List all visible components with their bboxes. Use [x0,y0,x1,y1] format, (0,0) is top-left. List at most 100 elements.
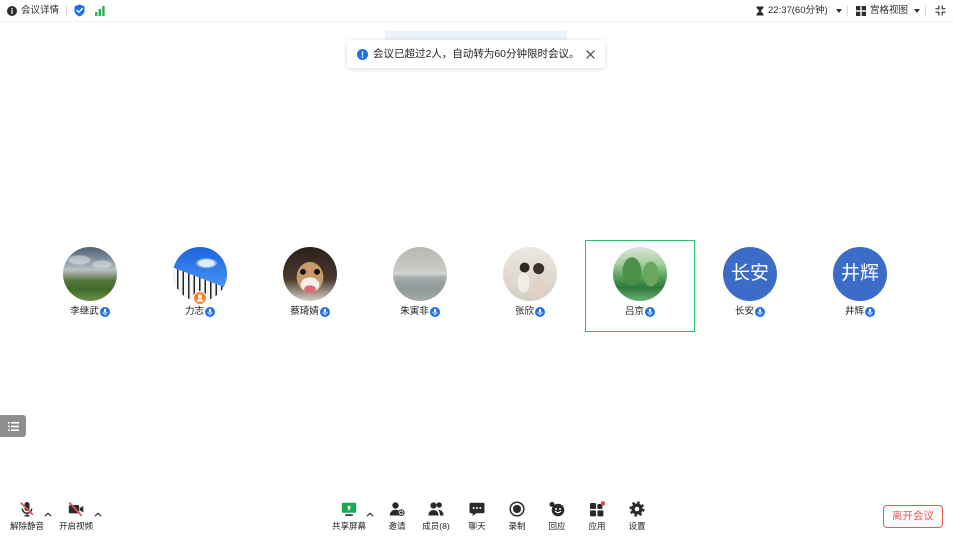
participant-name: 吕京 [624,306,644,317]
participant-name: 蔡琦婧 [290,306,319,317]
view-mode-button[interactable]: 宫格视图 [856,0,921,22]
record-icon [509,500,525,518]
participant-name: 朱寅非 [400,306,429,317]
chat-icon [469,500,485,518]
settings-button[interactable]: 设置 [617,500,657,534]
share-screen-icon [341,500,357,518]
invite-button[interactable]: 邀请 [377,500,417,534]
invite-icon [389,500,405,518]
mic-icon [755,307,765,317]
unmute-label: 解除静音 [9,521,44,531]
side-panel-toggle[interactable] [0,415,26,437]
hourglass-icon [756,6,764,16]
avatar: 长安 [723,247,777,301]
participant-name-row: 井辉 [805,306,915,318]
participant-name-row: 李继武 [35,306,145,318]
invite-label: 邀请 [388,521,406,531]
participant-name-row: 吕京 [585,306,695,318]
avatar [393,247,447,301]
meeting-timer: 22:37(60分钟) [768,5,828,16]
mic-off-icon [19,500,35,518]
divider [925,6,926,16]
host-icon [193,291,207,305]
participant-tile[interactable]: 朱寅非 [365,240,475,332]
react-label: 回应 [548,521,566,531]
participant-tile[interactable]: 张欣 [475,240,585,332]
settings-icon [629,500,645,518]
share-screen-label: 共享屏幕 [331,521,366,531]
avatar [503,247,557,301]
members-icon [428,500,444,518]
participant-tile[interactable]: 吕京 [585,240,695,332]
participant-name: 张欣 [514,306,534,317]
meeting-info-button[interactable]: 会议详情 [7,0,59,22]
top-bar: 会议详情 22:37(60分钟) 宫格视图 [0,0,953,22]
participant-name-row: 张欣 [475,306,585,318]
avatar: 井辉 [833,247,887,301]
record-button[interactable]: 录制 [497,500,537,534]
chevron-up-icon[interactable] [44,512,52,517]
chat-button[interactable]: 聊天 [457,500,497,534]
mic-icon [99,307,110,317]
share-screen-button[interactable]: 共享屏幕 [329,500,369,534]
participant-tile[interactable]: 李继武 [35,240,145,332]
settings-label: 设置 [628,521,646,531]
shield-icon[interactable] [74,4,85,17]
record-label: 录制 [508,521,526,531]
list-icon [7,421,19,431]
meeting-window: 会议详情 22:37(60分钟) 宫格视图 会议已超过2人，自动转为60分钟限时… [0,0,953,536]
start-video-label: 开启视频 [58,521,93,531]
apps-button[interactable]: 应用 [577,500,617,534]
participant-name: 长安 [734,306,754,317]
chat-label: 聊天 [468,521,486,531]
signal-icon[interactable] [95,6,105,16]
mic-icon [645,307,655,317]
exit-fullscreen-icon[interactable] [935,5,946,16]
participant-name-row: 力志 [145,306,255,318]
avatar-photo [283,247,337,301]
mic-icon [205,307,215,317]
avatar-initials: 井辉 [840,263,879,284]
close-icon[interactable] [586,49,595,59]
react-button[interactable]: 回应 [537,500,577,534]
divider [847,6,848,16]
mic-icon [429,307,440,317]
divider [66,6,67,16]
info-icon [357,48,368,60]
participant-tile[interactable]: 长安 长安 [695,240,805,332]
leave-meeting-button[interactable]: 离开会议 [883,505,943,528]
participant-name-row: 长安 [695,306,805,318]
mic-icon [535,307,545,317]
view-mode-label: 宫格视图 [870,5,909,16]
toast-message: 会议已超过2人，自动转为60分钟限时会议。 [373,48,580,60]
mic-icon [865,307,875,317]
participant-tile[interactable]: 蔡琦婧 [255,240,365,332]
chevron-up-icon[interactable] [366,512,374,517]
video-off-icon [68,500,84,518]
avatar [613,247,667,301]
members-button[interactable]: 成员(8) [416,500,456,534]
start-video-button[interactable]: 开启视频 [56,500,96,534]
participant-tile[interactable]: 井辉 井辉 [805,240,915,332]
avatar-initials: 长安 [730,263,769,284]
grid-icon [856,6,866,16]
participant-tile[interactable]: 力志 [145,240,255,332]
react-icon [549,500,565,518]
apps-icon [589,500,605,518]
avatar [63,247,117,301]
avatar-photo [63,247,117,301]
info-icon [7,6,17,16]
participant-name-row: 朱寅非 [365,306,475,318]
avatar-photo [393,247,447,301]
chevron-down-icon [914,9,921,13]
meeting-limit-toast: 会议已超过2人，自动转为60分钟限时会议。 [347,40,605,68]
participant-name-row: 蔡琦婧 [255,306,365,318]
unmute-button[interactable]: 解除静音 [7,500,47,534]
participant-name: 井辉 [844,306,864,317]
chevron-up-icon[interactable] [94,512,102,517]
members-label: 成员(8) [422,521,450,531]
participant-name: 力志 [184,306,204,317]
avatar [173,247,227,305]
mic-icon [319,307,330,317]
meeting-timer-button[interactable]: 22:37(60分钟) [756,0,842,22]
